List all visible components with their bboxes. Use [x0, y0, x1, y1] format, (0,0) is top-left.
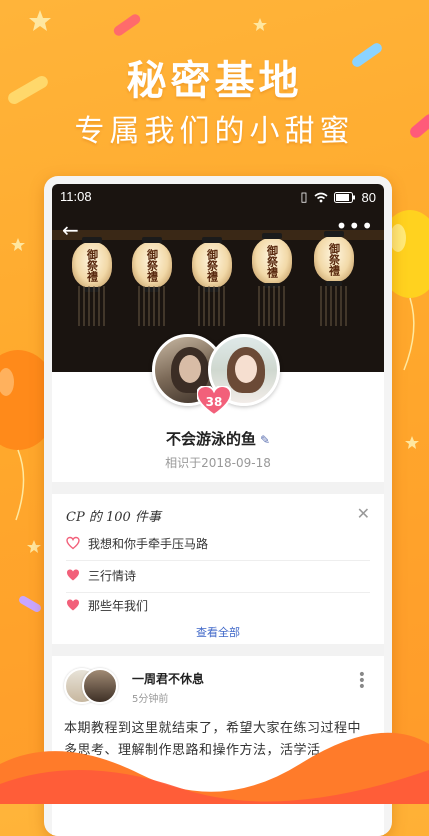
more-options-icon[interactable]: ••• — [336, 214, 374, 238]
ribbon-decoration — [0, 732, 429, 804]
cp-item[interactable]: 我想和你手牵手压马路 — [66, 528, 370, 558]
heart-filled-icon — [67, 599, 79, 611]
fringe-decoration — [258, 286, 286, 326]
promo-headline: 秘密基地 — [126, 58, 303, 104]
lantern-image: 御祭禮 — [252, 233, 292, 288]
fringe-decoration — [198, 286, 226, 326]
top-nav: ← ••• — [52, 214, 384, 244]
post-couple-avatar[interactable] — [64, 668, 118, 704]
fringe-decoration — [320, 286, 348, 326]
battery-level: 80 — [361, 189, 376, 205]
status-time: 11:08 — [60, 189, 92, 204]
promo-subheadline: 专属我们的小甜蜜 — [74, 114, 355, 149]
fringe-decoration — [138, 286, 166, 326]
heart-filled-icon — [67, 569, 79, 581]
status-bar: 11:08 ▯ 80 — [52, 184, 384, 210]
close-icon[interactable]: ✕ — [357, 504, 370, 523]
edit-pencil-icon[interactable]: ✎ — [260, 433, 270, 447]
lantern-image: 御祭禮 — [192, 237, 232, 292]
lantern-image: 御祭禮 — [132, 237, 172, 292]
cp-100-things-card: CP 的 100 件事 ✕ 我想和你手牵手压马路 三行情诗 那些年我们 查看全部 — [52, 494, 384, 644]
cp-item[interactable]: 三行情诗 — [66, 560, 370, 590]
cp-item-label: 我想和你手牵手压马路 — [88, 536, 209, 551]
view-all-link[interactable]: 查看全部 — [52, 624, 384, 640]
cp-item[interactable]: 那些年我们 — [66, 590, 370, 620]
vibrate-icon: ▯ — [300, 189, 308, 204]
back-arrow-icon[interactable]: ← — [62, 218, 79, 242]
cp-item-label: 三行情诗 — [88, 568, 137, 583]
wifi-icon — [314, 192, 328, 202]
cp-card-title: CP 的 100 件事 — [66, 510, 161, 525]
intimacy-heart-badge: 38 — [197, 386, 231, 416]
post-more-icon[interactable]: • • • — [358, 668, 366, 694]
post-author[interactable]: 一周君不休息 — [132, 670, 204, 687]
together-since: 相识于2018-09-18 — [165, 456, 271, 470]
fringe-decoration — [78, 286, 106, 326]
post-time: 5分钟前 — [132, 694, 169, 705]
lantern-image: 御祭禮 — [72, 237, 112, 292]
cp-item-label: 那些年我们 — [88, 598, 149, 613]
heart-outline-icon — [66, 536, 80, 550]
couple-name: 不会游泳的鱼 ✎ — [52, 428, 384, 449]
couple-name-text: 不会游泳的鱼 — [165, 430, 256, 448]
intimacy-score: 38 — [205, 395, 223, 409]
battery-icon — [333, 191, 355, 203]
